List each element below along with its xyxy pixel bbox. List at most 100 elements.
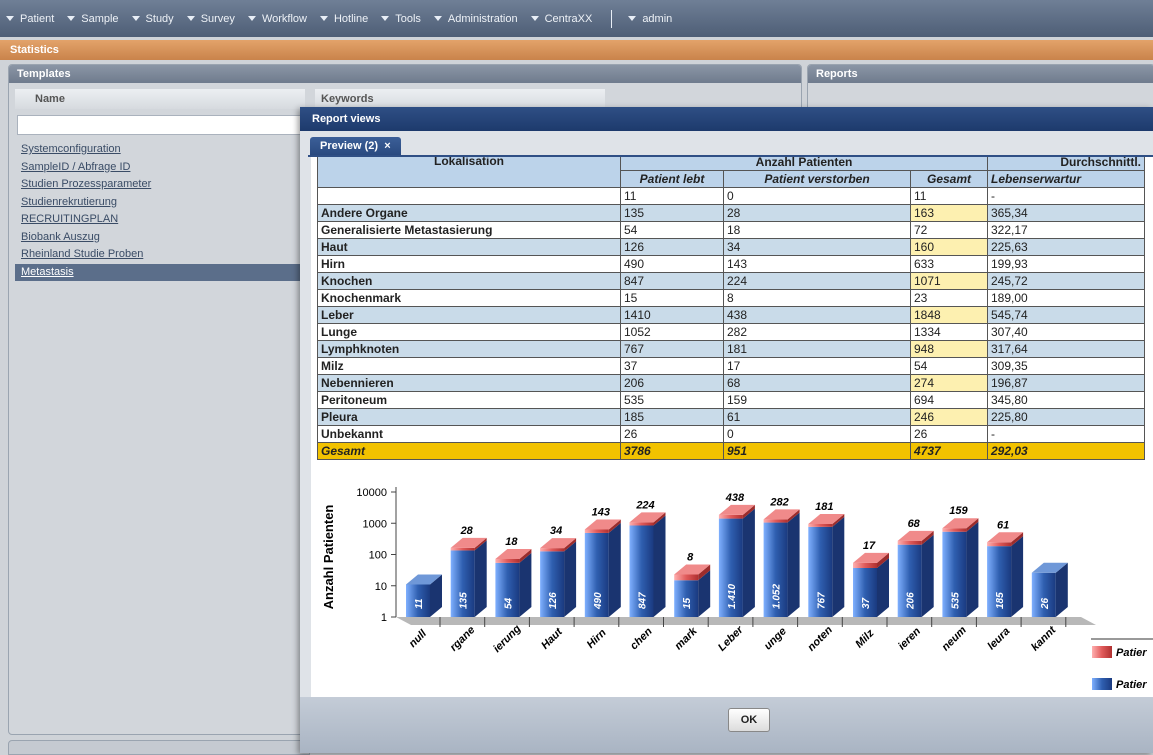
- cell-gesamt: 274: [910, 374, 988, 392]
- cell-lebt: 126: [620, 238, 724, 256]
- cell-lebt: 767: [620, 340, 724, 358]
- cell-name: Knochen: [317, 272, 621, 290]
- table-row: Haut 126 34 160 225,63: [317, 238, 1145, 256]
- cell-gesamt: 11: [910, 187, 988, 205]
- menu-patient[interactable]: Patient: [6, 13, 54, 25]
- cell-verstorben: 181: [723, 340, 911, 358]
- cell-lebenserwartung: 307,40: [987, 323, 1145, 341]
- y-tick-label: 10: [375, 581, 387, 593]
- cell-name: Unbekannt: [317, 425, 621, 443]
- cell-name: Peritoneum: [317, 391, 621, 409]
- bar-value-label-verstorben: 17: [863, 540, 876, 552]
- cell-name: Lymphknoten: [317, 340, 621, 358]
- bar-side-patient-lebt: [966, 521, 979, 617]
- bar-chart: Anzahl Patienten10000100010010111null135…: [321, 487, 1153, 691]
- table-row: Lunge 1052 282 1334 307,40: [317, 323, 1145, 341]
- cell-lebenserwartung: 225,80: [987, 408, 1145, 426]
- bar-value-label-lebt: 847: [638, 592, 649, 609]
- bar-patient-verstorben: [897, 540, 922, 545]
- cell-lebenserwartung: 365,34: [987, 204, 1145, 222]
- table-row: Knochen 847 224 1071 245,72: [317, 272, 1145, 290]
- cell-name: Hirn: [317, 255, 621, 273]
- bar-value-label-lebt: 37: [861, 597, 872, 609]
- menu-administration[interactable]: Administration: [433, 13, 518, 25]
- dialog-footer: OK: [300, 697, 1153, 753]
- chevron-down-icon: [6, 16, 14, 21]
- x-tick-label: noten: [805, 624, 835, 654]
- cell-lebt: 535: [620, 391, 724, 409]
- cell-name: Pleura: [317, 408, 621, 426]
- bar-patient-verstorben: [629, 522, 654, 526]
- x-tick-label: ieren: [896, 625, 923, 652]
- cell-gesamt: 694: [910, 391, 988, 409]
- cell-verstorben: 0: [723, 187, 911, 205]
- bar-value-label-lebt: 185: [995, 592, 1006, 609]
- legend-swatch-verstorben: [1092, 646, 1112, 658]
- cell-verstorben: 18: [723, 221, 911, 239]
- bar-value-label-verstorben: 224: [635, 499, 654, 511]
- cell-gesamt: 72: [910, 221, 988, 239]
- bar-patient-verstorben: [495, 558, 520, 563]
- x-tick-label: unge: [762, 625, 789, 652]
- cell-gesamt: 26: [910, 425, 988, 443]
- bar-value-label-verstorben: 181: [815, 501, 833, 513]
- bar-value-label-verstorben: 34: [550, 525, 562, 537]
- cell-lebenserwartung: -: [987, 187, 1145, 205]
- menu-tools[interactable]: Tools: [381, 13, 421, 25]
- cell-verstorben: 28: [723, 204, 911, 222]
- tab-preview[interactable]: Preview (2) ×: [310, 137, 401, 155]
- bar-patient-verstorben: [540, 548, 565, 552]
- cell-lebt: 490: [620, 255, 724, 273]
- menu-label: Patient: [20, 12, 55, 25]
- bar-value-label-lebt: 535: [950, 592, 961, 609]
- bar-value-label-lebt: 1.052: [772, 584, 783, 609]
- menu-label: Sample: [81, 12, 119, 25]
- menu-label: Study: [145, 12, 174, 25]
- cell-verstorben: 438: [723, 306, 911, 324]
- menu-survey[interactable]: Survey: [186, 13, 235, 25]
- bar-side-patient-lebt: [564, 541, 577, 617]
- menu-separator: [611, 9, 613, 28]
- ok-button[interactable]: OK: [728, 708, 770, 732]
- menu-user[interactable]: admin: [628, 13, 672, 25]
- cell-verstorben: 17: [723, 357, 911, 375]
- cell-lebt: 185: [620, 408, 724, 426]
- bar-value-label-verstorben: 68: [908, 518, 921, 530]
- cell-verstorben: 0: [723, 425, 911, 443]
- y-tick-label: 100: [369, 550, 387, 562]
- table-row: Unbekannt 26 0 26-: [317, 425, 1145, 443]
- cell-lebenserwartung: 199,93: [987, 255, 1145, 273]
- bar-patient-verstorben: [718, 514, 743, 519]
- menu-hotline[interactable]: Hotline: [319, 13, 368, 25]
- cell-gesamt: 160: [910, 238, 988, 256]
- column-header-keywords[interactable]: Keywords: [315, 89, 605, 109]
- menu-workflow[interactable]: Workflow: [247, 13, 307, 25]
- main-menubar: Patient Sample Study Survey Workflow Hotline T…: [0, 0, 1153, 37]
- menu-centraxx[interactable]: CentraXX: [530, 12, 593, 25]
- cell-lebt: 11: [620, 187, 724, 205]
- report-table: Lokalisation Anzahl Patienten Durchschni…: [317, 157, 1145, 460]
- cell-lebt: 26: [620, 425, 724, 443]
- menu-study[interactable]: Study: [131, 12, 174, 25]
- table-row: Pleura 185 61 246 225,80: [317, 408, 1145, 426]
- chevron-down-icon: [67, 16, 76, 21]
- menu-label: CentraXX: [544, 12, 593, 25]
- bar-side-patient-lebt: [519, 552, 532, 617]
- column-header-name[interactable]: Name: [15, 89, 305, 109]
- x-tick-label: chen: [628, 625, 655, 652]
- tab-close-icon[interactable]: ×: [384, 140, 390, 152]
- y-tick-label: 1000: [363, 518, 387, 530]
- cell-lebenserwartung: 317,64: [987, 340, 1145, 358]
- bar-side-patient-lebt: [877, 557, 889, 617]
- tab-preview-label: Preview (2): [320, 140, 379, 152]
- bar-side-patient-lebt: [787, 512, 800, 617]
- menu-sample[interactable]: Sample: [67, 12, 119, 25]
- x-tick-label: rgane: [448, 624, 478, 654]
- chevron-down-icon: [131, 16, 140, 21]
- x-tick-label: Hirn: [585, 627, 609, 651]
- cell-lebenserwartung: 309,35: [987, 357, 1145, 375]
- bar-value-label-lebt: 54: [503, 597, 514, 609]
- chevron-down-icon: [186, 16, 195, 21]
- cell-name: Haut: [317, 238, 621, 256]
- bar-patient-verstorben: [584, 529, 609, 533]
